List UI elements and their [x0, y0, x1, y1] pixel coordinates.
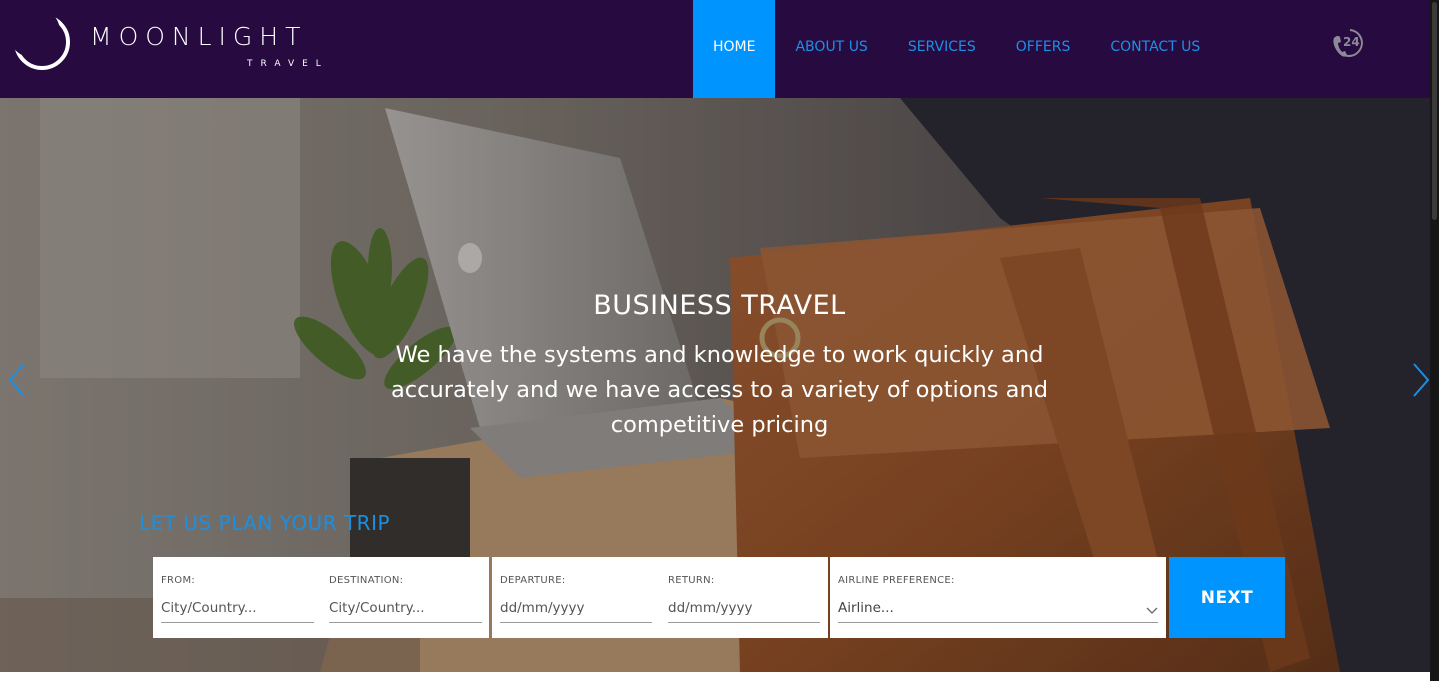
return-date-input[interactable] — [668, 594, 820, 623]
chevron-down-icon — [1146, 607, 1158, 614]
brand-logo[interactable]: MOONLIGHT TRAVEL — [14, 12, 321, 72]
airline-label: AIRLINE PREFERENCE: — [838, 575, 955, 586]
hero-carousel: BUSINESS TRAVEL We have the systems and … — [0, 98, 1430, 672]
svg-text:24: 24 — [1343, 35, 1360, 49]
hero-description: We have the systems and knowledge to wor… — [390, 342, 1049, 438]
departure-label: DEPARTURE: — [500, 575, 566, 586]
next-button[interactable]: NEXT — [1169, 557, 1285, 638]
airline-group: AIRLINE PREFERENCE: Airline... — [830, 557, 1166, 638]
from-input[interactable] — [161, 594, 314, 623]
nav-offers[interactable]: OFFERS — [996, 0, 1091, 98]
main-nav: HOME ABOUT US SERVICES OFFERS CONTACT US — [693, 0, 1220, 98]
page-scrollbar[interactable] — [1430, 0, 1439, 681]
from-field-group: FROM: — [161, 557, 314, 638]
nav-home[interactable]: HOME — [693, 0, 776, 98]
departure-date-input[interactable] — [500, 594, 652, 623]
airline-field-group: AIRLINE PREFERENCE: Airline... — [838, 557, 1158, 638]
trip-route-group: FROM: DESTINATION: — [153, 557, 489, 638]
nav-about-us[interactable]: ABOUT US — [775, 0, 887, 98]
moon-logo-icon — [14, 12, 70, 70]
trip-dates-group: DEPARTURE: RETURN: — [492, 557, 828, 638]
scrollbar-thumb[interactable] — [1432, 2, 1437, 220]
airline-select[interactable]: Airline... — [838, 594, 1158, 623]
departure-field-group: DEPARTURE: — [500, 557, 652, 638]
return-label: RETURN: — [668, 575, 715, 586]
brand-tagline: TRAVEL — [247, 59, 329, 69]
logo-text: MOONLIGHT TRAVEL — [90, 22, 321, 69]
nav-services[interactable]: SERVICES — [888, 0, 996, 98]
brand-name: MOONLIGHT — [90, 22, 308, 51]
destination-field-group: DESTINATION: — [329, 557, 482, 638]
nav-contact-us[interactable]: CONTACT US — [1090, 0, 1220, 98]
chevron-left-icon[interactable] — [6, 360, 28, 400]
return-field-group: RETURN: — [668, 557, 820, 638]
page-below-fold — [0, 672, 1430, 681]
booking-heading: LET US PLAN YOUR TRIP — [139, 511, 391, 535]
phone-24-hours-icon[interactable]: 24 — [1330, 26, 1366, 60]
destination-input[interactable] — [329, 594, 482, 623]
hero-title: BUSINESS TRAVEL — [593, 290, 846, 321]
site-header: MOONLIGHT TRAVEL HOME ABOUT US SERVICES … — [0, 0, 1430, 98]
chevron-right-icon[interactable] — [1410, 360, 1430, 400]
from-label: FROM: — [161, 575, 196, 586]
destination-label: DESTINATION: — [329, 575, 404, 586]
